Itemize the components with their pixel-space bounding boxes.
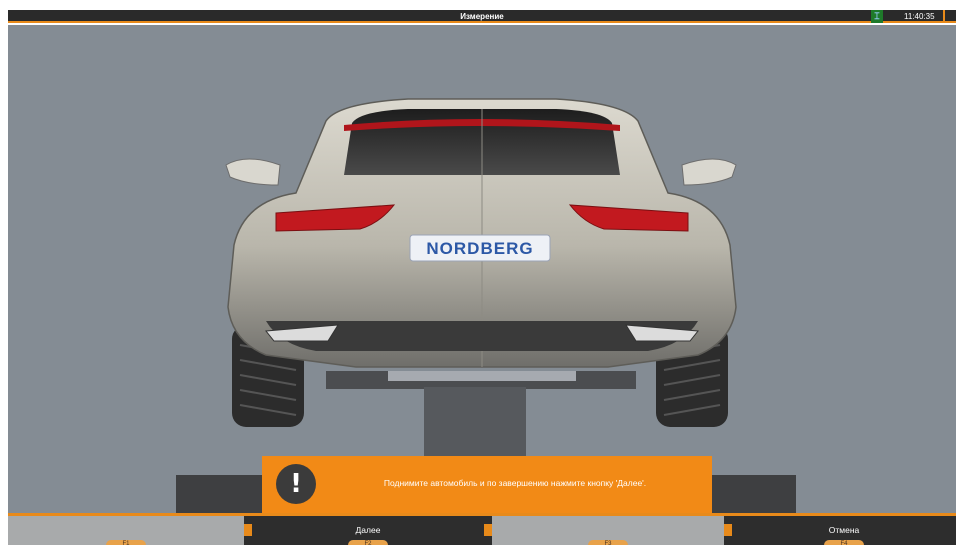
instruction-text: Поднимите автомобиль и по завершению наж… xyxy=(383,478,647,488)
f4-key-tag: F4 xyxy=(824,540,864,545)
lift-beam-highlight xyxy=(388,371,576,381)
measurement-canvas: NORDBERG xyxy=(8,25,956,513)
next-button[interactable]: Далее F2 xyxy=(252,516,484,545)
f3-button[interactable]: F3 xyxy=(492,516,724,545)
instruction-dialog: ! Поднимите автомобиль и по завершению н… xyxy=(262,456,712,513)
title-bar: Измерение ⌶ 11:40:35 v xyxy=(8,10,956,23)
f2-key-tag: F2 xyxy=(348,540,388,545)
left-mirror xyxy=(225,158,281,186)
brand-plate-text: NORDBERG xyxy=(426,239,533,258)
function-key-bar: F1 Далее F2 F3 Отмена F4 xyxy=(8,513,956,545)
next-button-label: Далее xyxy=(355,525,381,535)
cancel-button[interactable]: Отмена F4 xyxy=(732,516,956,545)
car-on-lift-illustration: NORDBERG xyxy=(176,98,796,513)
cancel-button-label: Отмена xyxy=(828,525,860,535)
right-mirror xyxy=(681,158,737,186)
key-divider xyxy=(724,524,732,536)
title-separator xyxy=(943,10,945,23)
exclamation-icon: ! xyxy=(276,464,316,504)
f1-button[interactable]: F1 xyxy=(8,516,244,545)
key-divider xyxy=(484,524,492,536)
f3-key-tag: F3 xyxy=(588,540,628,545)
window-title: Измерение xyxy=(460,12,504,21)
f1-key-tag: F1 xyxy=(106,540,146,545)
clock: 11:40:35 xyxy=(904,12,935,21)
connection-icon: ⌶ xyxy=(871,10,883,23)
key-divider xyxy=(244,524,252,536)
